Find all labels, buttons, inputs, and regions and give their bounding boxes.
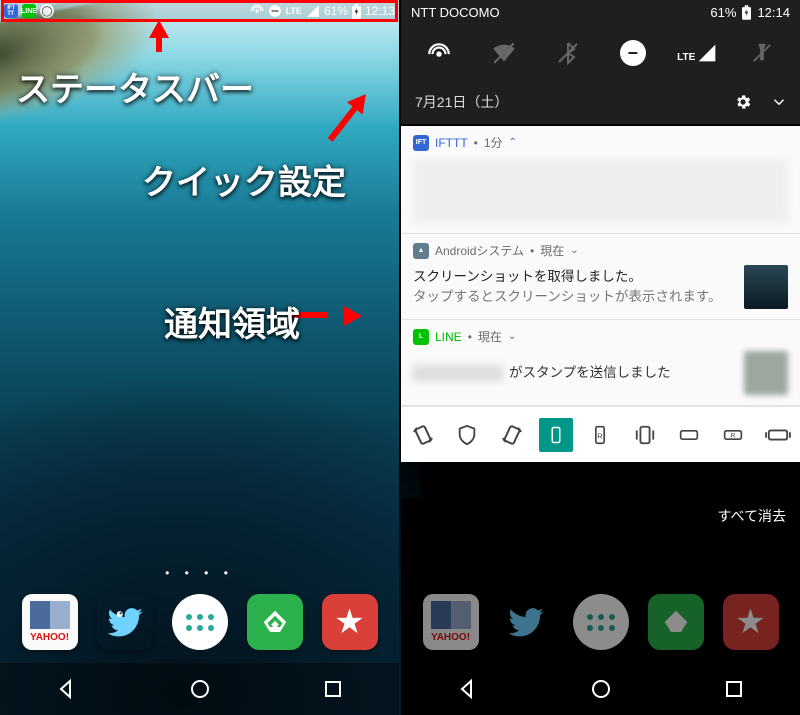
quick-settings-panel[interactable]: NTT DOCOMO 61% 12:14 − LTE (401, 0, 800, 124)
nav-bar (401, 663, 800, 715)
dnd-minus-icon (268, 4, 282, 18)
dock-app-twitter[interactable] (97, 594, 153, 650)
notif-title: スクリーンショットを取得しました。 (413, 267, 734, 287)
notif-suffix: がスタンプを送信しました (509, 363, 671, 383)
android-system-icon: ▲ (413, 243, 429, 259)
notif-time: 現在 (478, 328, 502, 345)
circle-status-icon: ◯ (40, 4, 54, 18)
dock-app-yahoo[interactable]: YAHOO! (423, 594, 479, 650)
qs-footer: 7月21日（土） (401, 82, 800, 122)
home-page-indicator: • • • • (0, 566, 399, 580)
notif-app-name: LINE (435, 330, 462, 344)
rotate-landscape-r-icon[interactable]: R (716, 418, 750, 452)
notif-time: 現在 (540, 242, 564, 259)
annotation-label-quick-settings: クイック設定 (142, 155, 346, 204)
nav-home-button[interactable] (588, 676, 614, 702)
rotate-portrait-selected[interactable] (539, 418, 573, 452)
qs-tiles-row: − LTE (401, 24, 800, 82)
battery-percent: 61% (324, 4, 348, 18)
notification-ifttt[interactable]: IFT IFTTT • 1分 ⌃ (401, 126, 800, 234)
rotate-portrait-r-icon[interactable]: R (583, 418, 617, 452)
notification-android-system[interactable]: ▲ Androidシステム • 現在 ⌄ スクリーンショットを取得しました。 タ… (401, 234, 800, 320)
qs-date: 7月21日（土） (415, 92, 508, 112)
rotate-shield-icon[interactable] (450, 418, 484, 452)
ifttt-app-icon: IFT (413, 135, 429, 151)
dock-app-twitter[interactable] (498, 594, 554, 650)
rotation-control-row: R R (401, 406, 800, 462)
nav-recents-button[interactable] (721, 676, 747, 702)
lte-label: LTE (286, 6, 302, 16)
annotation-arrow-up (149, 20, 169, 38)
carrier-label: NTT DOCOMO (411, 5, 500, 20)
line-thumbnail-redacted (744, 351, 788, 395)
dock-app-yahoo[interactable]: YAHOO! (22, 594, 78, 650)
settings-gear-icon[interactable] (734, 93, 752, 111)
nav-home-button[interactable] (187, 676, 213, 702)
dock-app-feedly[interactable] (247, 594, 303, 650)
qs-tile-hotspot[interactable] (422, 36, 456, 70)
battery-charging-icon (742, 5, 751, 20)
clock: 12:13 (365, 4, 395, 18)
qs-tile-dnd[interactable]: − (616, 36, 650, 70)
sender-name-redacted (413, 365, 503, 381)
collapse-chevron-up-icon[interactable]: ⌃ (509, 137, 517, 148)
notif-app-name: Androidシステム (435, 242, 524, 259)
nav-back-button[interactable] (455, 676, 481, 702)
nav-bar (0, 663, 399, 715)
line-app-icon: L (413, 329, 429, 345)
screenshot-thumbnail (744, 265, 788, 309)
expand-chevron-down-icon[interactable]: ⌄ (508, 331, 516, 342)
status-bar[interactable]: IFTTT LINE ◯ LTE 61% 12:13 (0, 0, 399, 22)
qs-tile-flashlight[interactable] (745, 36, 779, 70)
dock-dimmed: YAHOO! ★ (401, 584, 800, 660)
rotate-auto2-icon[interactable] (495, 418, 529, 452)
rotate-auto-icon[interactable] (406, 418, 440, 452)
dock: YAHOO! ★ (0, 584, 399, 660)
status-bar-left-icons: IFTTT LINE ◯ (4, 4, 54, 18)
annotation-label-notifications: 通知領域 (164, 297, 300, 346)
rotate-vibrate-icon[interactable] (628, 418, 662, 452)
nav-back-button[interactable] (54, 676, 80, 702)
qs-lte-label: LTE (677, 52, 695, 63)
app-drawer-button[interactable] (573, 594, 629, 650)
notification-area: IFT IFTTT • 1分 ⌃ ▲ Androidシステム • 現在 ⌄ (401, 126, 800, 462)
battery-charging-icon (352, 4, 361, 19)
notif-body-text: タップするとスクリーンショットが表示されます。 (413, 287, 734, 307)
right-dimmed-home: すべて消去 YAHOO! ★ (401, 498, 800, 715)
qs-status-row: NTT DOCOMO 61% 12:14 (401, 0, 800, 24)
dock-app-wunderlist[interactable]: ★ (322, 594, 378, 650)
notif-app-name: IFTTT (435, 136, 468, 150)
qs-tile-signal[interactable]: LTE (680, 36, 714, 70)
qs-tile-bluetooth[interactable] (551, 36, 585, 70)
right-phone-notification-shade: NTT DOCOMO 61% 12:14 − LTE (401, 0, 800, 715)
rotate-landscape-vib-icon[interactable] (761, 418, 795, 452)
qs-battery-percent: 61% (710, 5, 736, 20)
svg-text:R: R (598, 431, 604, 440)
hotspot-icon (250, 4, 264, 18)
clear-all-button[interactable]: すべて消去 (718, 506, 786, 526)
cell-signal-icon (306, 4, 320, 18)
notification-line[interactable]: L LINE • 現在 ⌄ がスタンプを送信しました (401, 320, 800, 406)
svg-text:R: R (731, 432, 736, 439)
qs-clock: 12:14 (757, 5, 790, 20)
nav-recents-button[interactable] (320, 676, 346, 702)
rotate-landscape-icon[interactable] (672, 418, 706, 452)
ifttt-icon: IFTTT (4, 4, 18, 18)
notif-body-redacted (413, 159, 788, 223)
left-phone-homescreen: IFTTT LINE ◯ LTE 61% 12:13 (0, 0, 399, 715)
status-bar-right: LTE 61% 12:13 (250, 4, 395, 19)
annotation-label-statusbar: ステータスバー (16, 62, 254, 111)
qs-tile-wifi[interactable] (487, 36, 521, 70)
expand-chevron-down-icon[interactable]: ⌄ (570, 245, 578, 256)
notif-time: 1分 (484, 134, 503, 151)
dock-app-feedly[interactable] (648, 594, 704, 650)
line-icon: LINE (22, 4, 36, 18)
expand-chevron-down-icon[interactable] (770, 93, 788, 111)
dock-app-wunderlist[interactable]: ★ (723, 594, 779, 650)
app-drawer-button[interactable] (172, 594, 228, 650)
